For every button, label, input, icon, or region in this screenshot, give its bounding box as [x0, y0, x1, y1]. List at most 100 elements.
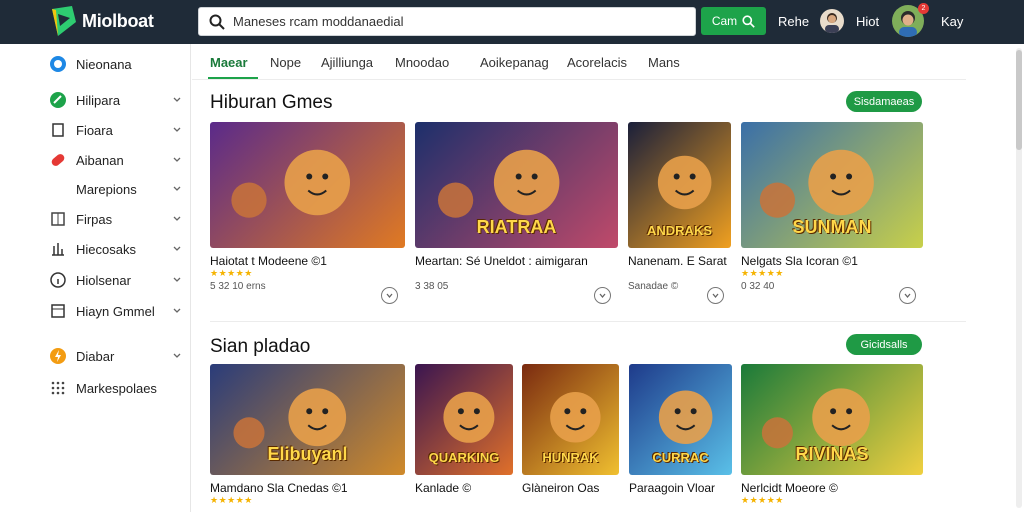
- search-icon: [742, 14, 755, 28]
- chevron-down-icon: [173, 246, 181, 251]
- game-art-title: SUNMAN: [792, 217, 872, 237]
- chevron-down-icon: [173, 186, 181, 191]
- sidebar-item-7[interactable]: Hiecosaks: [0, 237, 191, 261]
- sidebar-item-4[interactable]: Aibanan: [0, 148, 191, 172]
- sidebar-item-label: Firpas: [76, 211, 113, 227]
- header-link-3[interactable]: Kay: [941, 14, 963, 29]
- game-art-title: Elibuyanl: [267, 444, 348, 464]
- sidebar-item-3[interactable]: Fioara: [0, 118, 191, 142]
- active-tab-indicator: [208, 77, 258, 79]
- game-thumbnail[interactable]: CURRAC: [629, 364, 732, 475]
- game-meta: 0 32 40: [741, 281, 775, 292]
- sidebar-item-5[interactable]: Marepions: [0, 177, 191, 201]
- tab-6[interactable]: Acorelacis: [567, 55, 627, 70]
- tab-2[interactable]: Nope: [270, 55, 301, 70]
- user-avatar-icon: [825, 13, 839, 33]
- bar-chart-icon: [52, 243, 64, 256]
- game-thumbnail[interactable]: ANDRAKS: [628, 122, 731, 248]
- game-title[interactable]: Glàneiron Oas: [522, 481, 599, 495]
- bookmark-icon: [52, 123, 64, 137]
- game-art-title: QUARKING: [428, 450, 500, 465]
- game-title[interactable]: Nelgats Sla Icoran ©1: [741, 254, 858, 268]
- game-art-title: CURRAC: [652, 450, 709, 465]
- scrollbar-thumb[interactable]: [1016, 50, 1022, 150]
- sidebar-item-label: Nieonana: [76, 56, 132, 72]
- game-thumbnail[interactable]: [210, 122, 405, 248]
- search-button[interactable]: Cam: [701, 7, 766, 35]
- chevron-down-icon: [173, 308, 181, 313]
- download-icon[interactable]: [899, 287, 916, 304]
- game-thumbnail[interactable]: RIVINAS: [741, 364, 923, 475]
- tab-7[interactable]: Mans: [648, 55, 680, 70]
- game-title[interactable]: Nerlcidt Moeore ©: [741, 481, 838, 495]
- sidebar-item-label: Diabar: [76, 348, 115, 364]
- app-logo[interactable]: Miolboat: [52, 6, 154, 36]
- section-title-1: Hiburan Gmes: [210, 92, 333, 113]
- section-title-2: Sian pladao: [210, 336, 311, 357]
- tab-5[interactable]: Aoikepanag: [480, 55, 549, 70]
- grid-icon: [51, 212, 65, 226]
- rating-stars: ★★★★★: [741, 495, 784, 505]
- game-thumbnail[interactable]: SUNMAN: [741, 122, 923, 248]
- game-title[interactable]: Kanlade ©: [415, 481, 471, 495]
- tab-1[interactable]: Maear: [210, 55, 248, 70]
- chevron-down-icon: [173, 216, 181, 221]
- sidebar-item-6[interactable]: Firpas: [0, 207, 191, 231]
- game-thumbnail[interactable]: RIATRAA: [415, 122, 618, 248]
- game-meta: 3 38 05: [415, 281, 449, 292]
- sidebar-item-label: Marepions: [76, 181, 137, 197]
- download-icon[interactable]: [594, 287, 611, 304]
- search-bar[interactable]: [198, 7, 696, 36]
- game-title[interactable]: Paraagoin Vloar: [629, 481, 715, 495]
- logo-icon: [52, 6, 76, 36]
- sidebar-item-8[interactable]: Hiolsenar: [0, 268, 191, 292]
- rating-stars: ★★★★★: [210, 495, 253, 505]
- game-title[interactable]: Nanenam. E Sarat: [628, 254, 727, 268]
- sidebar-item-9[interactable]: Hiayn Gmmel: [0, 299, 191, 323]
- chevron-down-icon: [173, 97, 181, 102]
- see-all-button-2[interactable]: Gicidsalls: [846, 334, 922, 355]
- game-art-title: ANDRAKS: [647, 223, 712, 238]
- tab-3[interactable]: Ajilliunga: [321, 55, 373, 70]
- tab-4[interactable]: Mnoodao: [395, 55, 449, 70]
- game-title[interactable]: Haiotat t Modeene ©1: [210, 254, 327, 268]
- avatar[interactable]: [820, 9, 844, 33]
- game-thumbnail[interactable]: HUNRAK: [522, 364, 619, 475]
- search-icon: [209, 14, 225, 30]
- game-title[interactable]: Mamdano Sla Cnedas ©1: [210, 481, 348, 495]
- game-thumbnail[interactable]: QUARKING: [415, 364, 513, 475]
- game-art-title: HUNRAK: [542, 450, 599, 465]
- game-meta: 5 32 10 erns: [210, 281, 266, 292]
- sidebar-item-label: Hilipara: [76, 92, 121, 108]
- sidebar-item-label: Fioara: [76, 122, 113, 138]
- sidebar-item-2[interactable]: Hilipara: [0, 88, 191, 112]
- game-meta: Sanadae ©: [628, 281, 679, 292]
- game-thumbnail[interactable]: Elibuyanl: [210, 364, 405, 475]
- info-icon: [50, 272, 66, 288]
- rating-stars: ★★★★★: [210, 268, 253, 278]
- header-link-2[interactable]: Hiot: [856, 14, 879, 29]
- sidebar-item-label: Aibanan: [76, 152, 124, 168]
- sidebar-item-10[interactable]: Diabar: [0, 344, 191, 368]
- download-icon[interactable]: [381, 287, 398, 304]
- see-all-button-1[interactable]: Sisdamaeas: [846, 91, 922, 112]
- game-title[interactable]: Meartan: Sé Uneldot : aimigaran: [415, 254, 588, 268]
- header-link-1[interactable]: Rehe: [778, 14, 809, 29]
- sidebar-item-label: Hiolsenar: [76, 272, 131, 288]
- chevron-down-icon: [173, 277, 181, 282]
- download-icon[interactable]: [707, 287, 724, 304]
- sidebar-item-label: Hiayn Gmmel: [76, 303, 155, 319]
- sidebar-item-label: Hiecosaks: [76, 241, 136, 257]
- sidebar-item-11[interactable]: Markespolaes: [0, 376, 191, 400]
- leaf-icon: [50, 92, 66, 108]
- search-input[interactable]: [233, 14, 673, 29]
- game-art-title: RIVINAS: [795, 444, 869, 464]
- rating-stars: ★★★★★: [741, 268, 784, 278]
- game-art-title: RIATRAA: [476, 217, 557, 237]
- pill-icon: [51, 154, 65, 166]
- chat-bubble-icon: [50, 56, 66, 72]
- app-name: Miolboat: [82, 10, 154, 31]
- window-icon: [51, 304, 65, 318]
- chevron-down-icon: [173, 353, 181, 358]
- sidebar-item-1[interactable]: Nieonana: [0, 52, 191, 76]
